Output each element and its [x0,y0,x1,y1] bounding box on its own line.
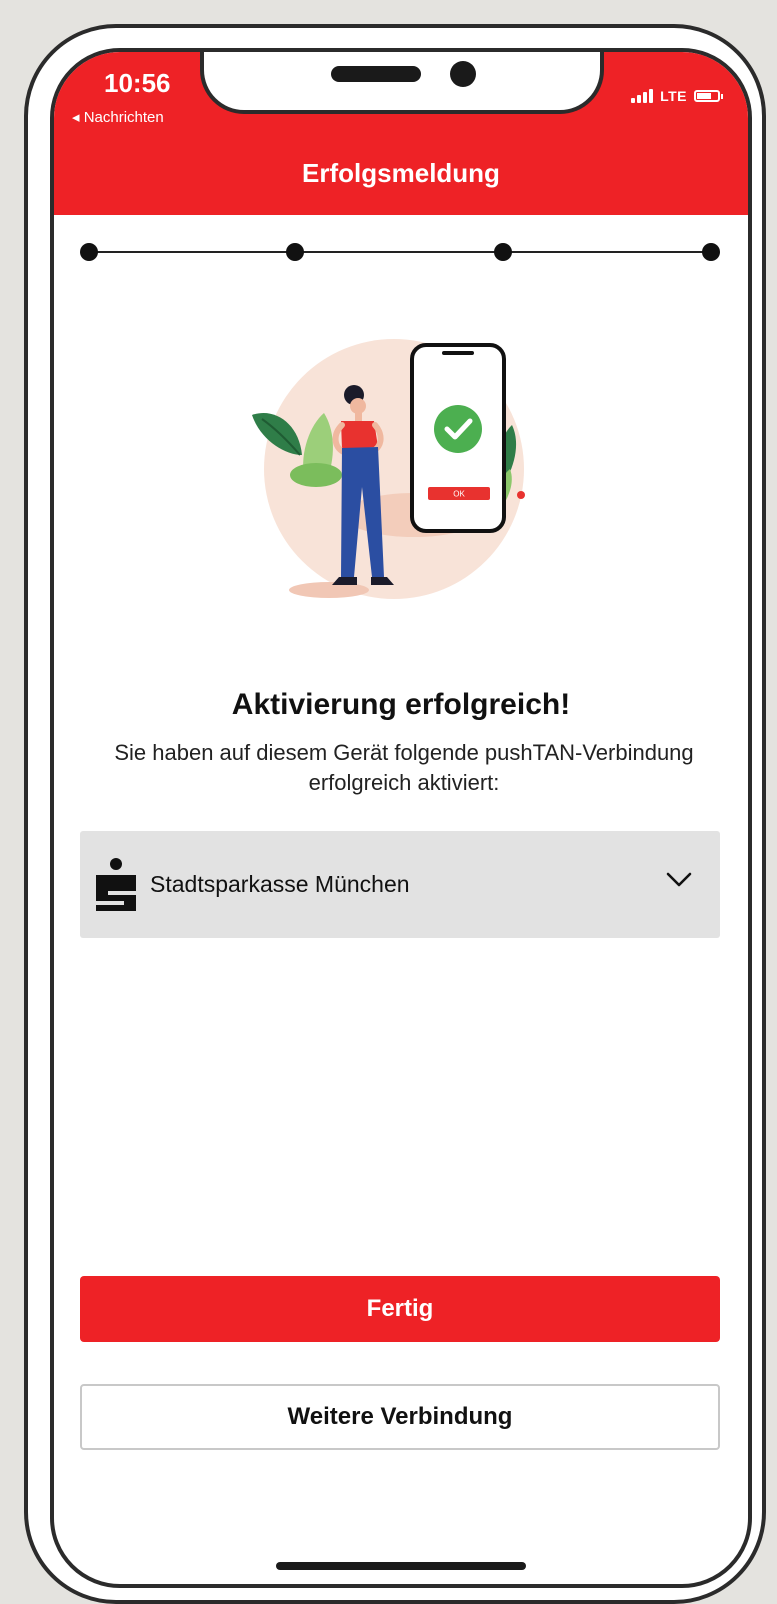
signal-icon [631,89,654,103]
stepper-line [88,251,712,253]
speaker-icon [331,66,421,82]
camera-icon [450,61,476,87]
step-1-dot [80,243,98,261]
home-indicator[interactable] [276,1562,526,1570]
success-heading: Aktivierung erfolgreich! [231,688,571,721]
done-button[interactable]: Fertig [80,1276,720,1342]
progress-stepper [80,240,720,264]
status-indicators: LTE [631,88,723,104]
page-title: Erfolgsmeldung [302,158,500,188]
success-description: Sie haben auf diesem Gerät folgende push… [114,740,694,795]
success-illustration: OK [252,339,525,599]
add-connection-button[interactable]: Weitere Verbindung [80,1384,720,1450]
sparkasse-logo-icon [96,858,136,911]
status-time: 10:56 [104,68,171,98]
step-4-dot [702,243,720,261]
chevron-down-icon[interactable] [666,871,692,889]
step-3-dot [494,243,512,261]
phone-screen: 10:56 ◂ Nachrichten LTE Erfolgsmeldung O… [50,48,752,1588]
phone-notch [200,52,604,114]
network-type: LTE [660,88,687,104]
app-header: 10:56 ◂ Nachrichten LTE Erfolgsmeldung [54,52,748,215]
connection-card[interactable]: Stadtsparkasse München [80,831,720,938]
ok-button-label: OK [453,490,465,499]
connection-name: Stadtsparkasse München [150,871,410,897]
battery-icon [694,90,723,102]
step-2-dot [286,243,304,261]
back-to-messages-link[interactable]: ◂ Nachrichten [72,108,164,126]
